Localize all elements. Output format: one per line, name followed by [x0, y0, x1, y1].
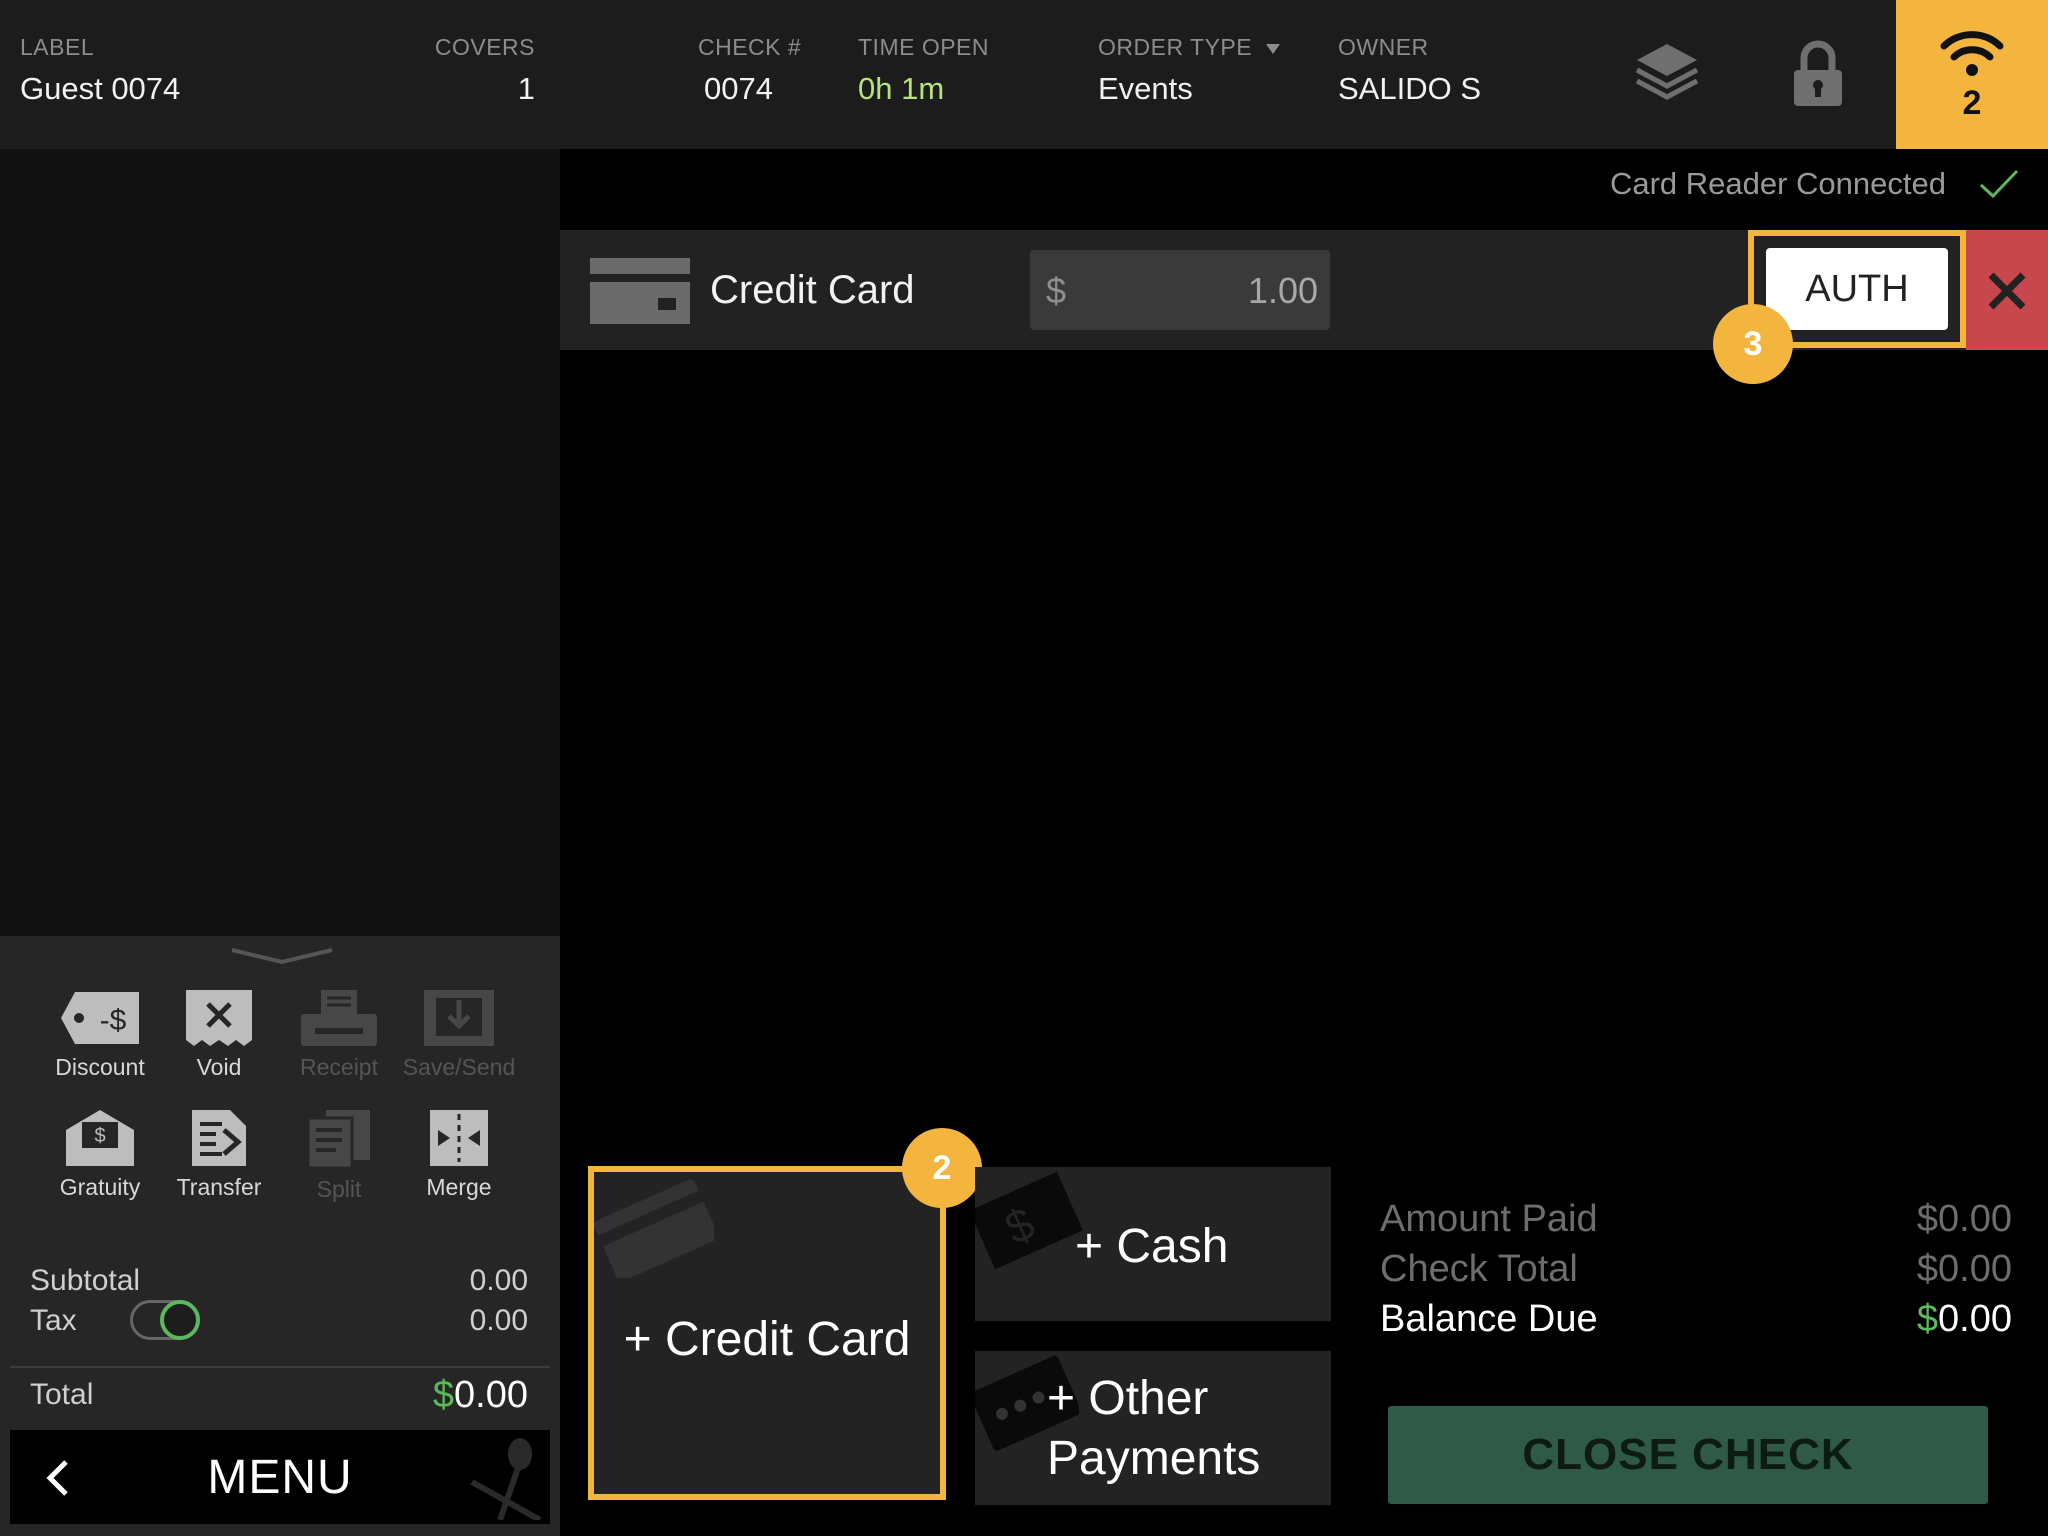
label-value: Guest 0074: [20, 71, 181, 106]
auth-button[interactable]: AUTH: [1766, 248, 1948, 330]
time-open-value: 0h 1m: [858, 71, 945, 106]
gratuity-label: Gratuity: [59, 1174, 141, 1200]
void-receipt-icon: [186, 990, 252, 1046]
totals-divider: [10, 1366, 550, 1368]
step-badge-2: 2: [902, 1128, 982, 1208]
merge-button[interactable]: Merge: [399, 1108, 519, 1201]
layers-icon[interactable]: [1633, 40, 1701, 111]
add-cash-label: + Cash: [1075, 1220, 1229, 1273]
step-badge-3: 3: [1713, 304, 1793, 384]
remove-payment-button[interactable]: [1966, 230, 2048, 350]
void-button[interactable]: Void: [159, 988, 279, 1081]
owner-title: OWNER: [1338, 34, 1429, 60]
credit-card-watermark-icon: [594, 1179, 714, 1278]
tax-row: Tax 0.00: [30, 1300, 528, 1340]
payment-method-label: Credit Card: [710, 268, 915, 312]
check-icon: [1979, 169, 2019, 199]
transfer-icon: [192, 1110, 246, 1166]
card-reader-status: Card Reader Connected: [1609, 166, 1946, 201]
tax-value: 0.00: [469, 1304, 528, 1337]
transfer-label: Transfer: [176, 1174, 262, 1200]
save-send-icon: [424, 990, 494, 1046]
menu-button[interactable]: MENU: [10, 1430, 550, 1524]
covers-title: COVERS: [434, 34, 535, 60]
tax-toggle-knob: [160, 1300, 200, 1340]
subtotal-row: Subtotal 0.00: [30, 1264, 528, 1298]
check-total-label: Check Total: [1380, 1248, 1578, 1290]
add-other-payments-button[interactable]: + Other Payments: [975, 1351, 1331, 1505]
transfer-button[interactable]: Transfer: [159, 1108, 279, 1201]
discount-tag-icon: -$: [61, 992, 139, 1044]
check-total-value: $0.00: [1916, 1248, 2012, 1290]
check-number-field: CHECK # 0074: [698, 34, 801, 107]
covers-value: 1: [517, 71, 535, 106]
check-number-value: 0074: [704, 71, 773, 106]
tax-label: Tax: [30, 1304, 77, 1337]
merge-label: Merge: [426, 1174, 492, 1200]
gratuity-envelope-icon: $: [66, 1110, 134, 1166]
merge-icon: [430, 1110, 488, 1166]
cash-icon: $: [975, 1171, 1083, 1270]
owner-field[interactable]: OWNER SALIDO S: [1338, 34, 1481, 107]
total-value: $0.00: [432, 1374, 528, 1416]
discount-button[interactable]: -$ Discount: [40, 988, 160, 1081]
check-total-row: Check Total $0.00: [1380, 1248, 2012, 1291]
amount-paid-label: Amount Paid: [1380, 1198, 1598, 1240]
wifi-icon: [1940, 31, 2004, 76]
amount-currency: $: [1046, 270, 1067, 311]
caret-down-icon: [1266, 43, 1281, 54]
subtotal-label: Subtotal: [30, 1264, 141, 1297]
owner-value: SALIDO S: [1338, 71, 1481, 106]
time-open-title: TIME OPEN: [858, 34, 990, 60]
balance-due-row: Balance Due $0.00: [1380, 1298, 2012, 1341]
collapse-handle-icon[interactable]: [230, 946, 334, 966]
void-label: Void: [196, 1054, 242, 1080]
top-bar: LABEL Guest 0074 COVERS 1 CHECK # 0074 T…: [0, 0, 2048, 149]
balance-due-label: Balance Due: [1380, 1298, 1598, 1340]
split-label: Split: [316, 1176, 362, 1202]
close-check-button[interactable]: CLOSE CHECK: [1388, 1406, 1988, 1504]
covers-field[interactable]: COVERS 1: [400, 34, 535, 107]
wifi-count: 2: [1962, 84, 1982, 122]
check-number-title: CHECK #: [698, 34, 802, 60]
order-type-dropdown[interactable]: ORDER TYPE Events: [1098, 34, 1281, 107]
add-cash-button[interactable]: $ + Cash: [975, 1167, 1331, 1321]
payment-amount-input[interactable]: $ 1.00: [1030, 250, 1330, 330]
amount-value: 1.00: [1247, 270, 1318, 311]
total-row: Total $0.00: [30, 1374, 528, 1416]
lock-icon[interactable]: [1790, 40, 1846, 113]
subtotal-value: 0.00: [469, 1264, 528, 1297]
split-button[interactable]: Split: [279, 1108, 399, 1203]
order-type-title: ORDER TYPE: [1098, 34, 1281, 61]
total-label: Total: [30, 1378, 94, 1411]
close-icon: [1988, 272, 2026, 310]
printer-icon: [301, 990, 377, 1046]
svg-text:-$: -$: [100, 1004, 127, 1037]
order-type-value: Events: [1098, 71, 1193, 106]
tax-toggle[interactable]: [130, 1300, 200, 1340]
menu-label: MENU: [207, 1451, 353, 1504]
add-credit-card-button[interactable]: + Credit Card: [588, 1166, 946, 1500]
label-title: LABEL: [20, 34, 95, 60]
save-send-label: Save/Send: [402, 1054, 516, 1080]
gratuity-button[interactable]: $ Gratuity: [40, 1108, 160, 1201]
add-other-payments-label: + Other Payments: [1047, 1372, 1261, 1485]
save-send-button[interactable]: Save/Send: [399, 988, 519, 1081]
amount-paid-value: $0.00: [1916, 1198, 2012, 1240]
discount-label: Discount: [55, 1054, 145, 1080]
wifi-status-tile[interactable]: 2: [1896, 0, 2048, 149]
receipt-label: Receipt: [300, 1054, 378, 1080]
label-field[interactable]: LABEL Guest 0074: [20, 34, 180, 107]
credit-card-icon: [590, 258, 690, 324]
add-credit-card-label: + Credit Card: [623, 1313, 911, 1366]
amount-paid-row: Amount Paid $0.00: [1380, 1198, 2012, 1241]
balance-due-value: $0.00: [1916, 1298, 2012, 1340]
utensils-icon: [470, 1438, 542, 1520]
split-icon: [306, 1110, 370, 1170]
svg-text:$: $: [94, 1125, 105, 1147]
receipt-button[interactable]: Receipt: [279, 988, 399, 1081]
time-open-field: TIME OPEN 0h 1m: [858, 34, 989, 107]
order-items-area[interactable]: [0, 149, 560, 936]
